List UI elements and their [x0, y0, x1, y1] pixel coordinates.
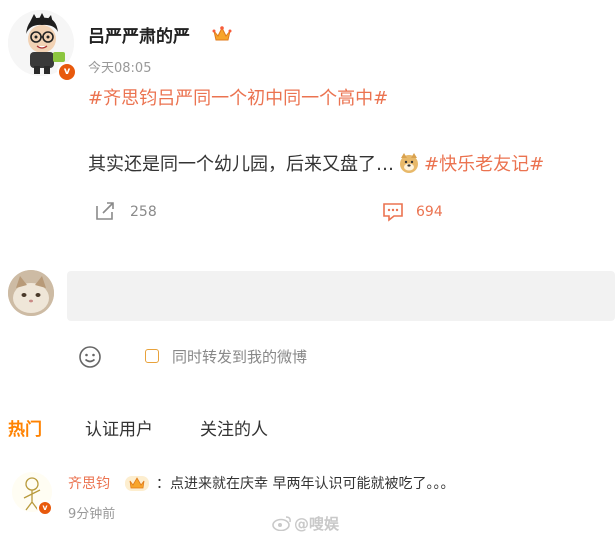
share-icon: [96, 202, 114, 220]
smiley-icon: [79, 346, 101, 368]
comment-button[interactable]: [382, 201, 404, 227]
current-user-avatar[interactable]: [8, 270, 54, 316]
comment-author-name[interactable]: 齐思钧: [68, 473, 110, 493]
repost-count: 258: [130, 204, 157, 220]
comment-input[interactable]: [67, 271, 615, 321]
post-time: 今天08:05: [88, 61, 152, 76]
repost-button[interactable]: [94, 200, 116, 226]
tab-verified-users[interactable]: 认证用户: [85, 415, 153, 440]
comment-crown-icon: [124, 474, 150, 492]
verified-badge-icon: v: [57, 62, 77, 82]
comment-count: 694: [416, 204, 443, 220]
weibo-watermark: @嗖娱: [272, 513, 339, 534]
emoji-picker-button[interactable]: [78, 345, 102, 369]
post-body: 其实还是同一个幼儿园，后来又盘了… #快乐老友记#: [88, 150, 544, 176]
comment-time: 9分钟前: [68, 507, 116, 522]
tab-hot[interactable]: 热门: [8, 415, 42, 440]
post-topic-link[interactable]: #齐思钧吕严同一个初中同一个高中#: [88, 84, 388, 110]
watermark-text: @嗖娱: [294, 515, 340, 533]
comment-icon: [383, 203, 403, 222]
post-author-name[interactable]: 吕严严肃的严: [88, 22, 190, 47]
tab-following[interactable]: 关注的人: [200, 415, 268, 440]
doge-emoji-icon: [398, 152, 420, 174]
comment-verified-badge-icon: v: [37, 500, 53, 516]
post-body-topic-link[interactable]: #快乐老友记#: [424, 154, 544, 175]
comment-text: ：点进来就在庆幸 早两年认识可能就被吃了。。。: [156, 476, 455, 492]
sync-repost-label: 同时转发到我的微博: [172, 348, 308, 366]
weibo-logo-icon: [272, 516, 291, 532]
sync-repost-checkbox[interactable]: [145, 349, 159, 363]
post-body-text: 其实还是同一个幼儿园，后来又盘了…: [88, 154, 394, 175]
crown-icon: [212, 25, 232, 43]
cat-photo-image: [8, 270, 54, 316]
